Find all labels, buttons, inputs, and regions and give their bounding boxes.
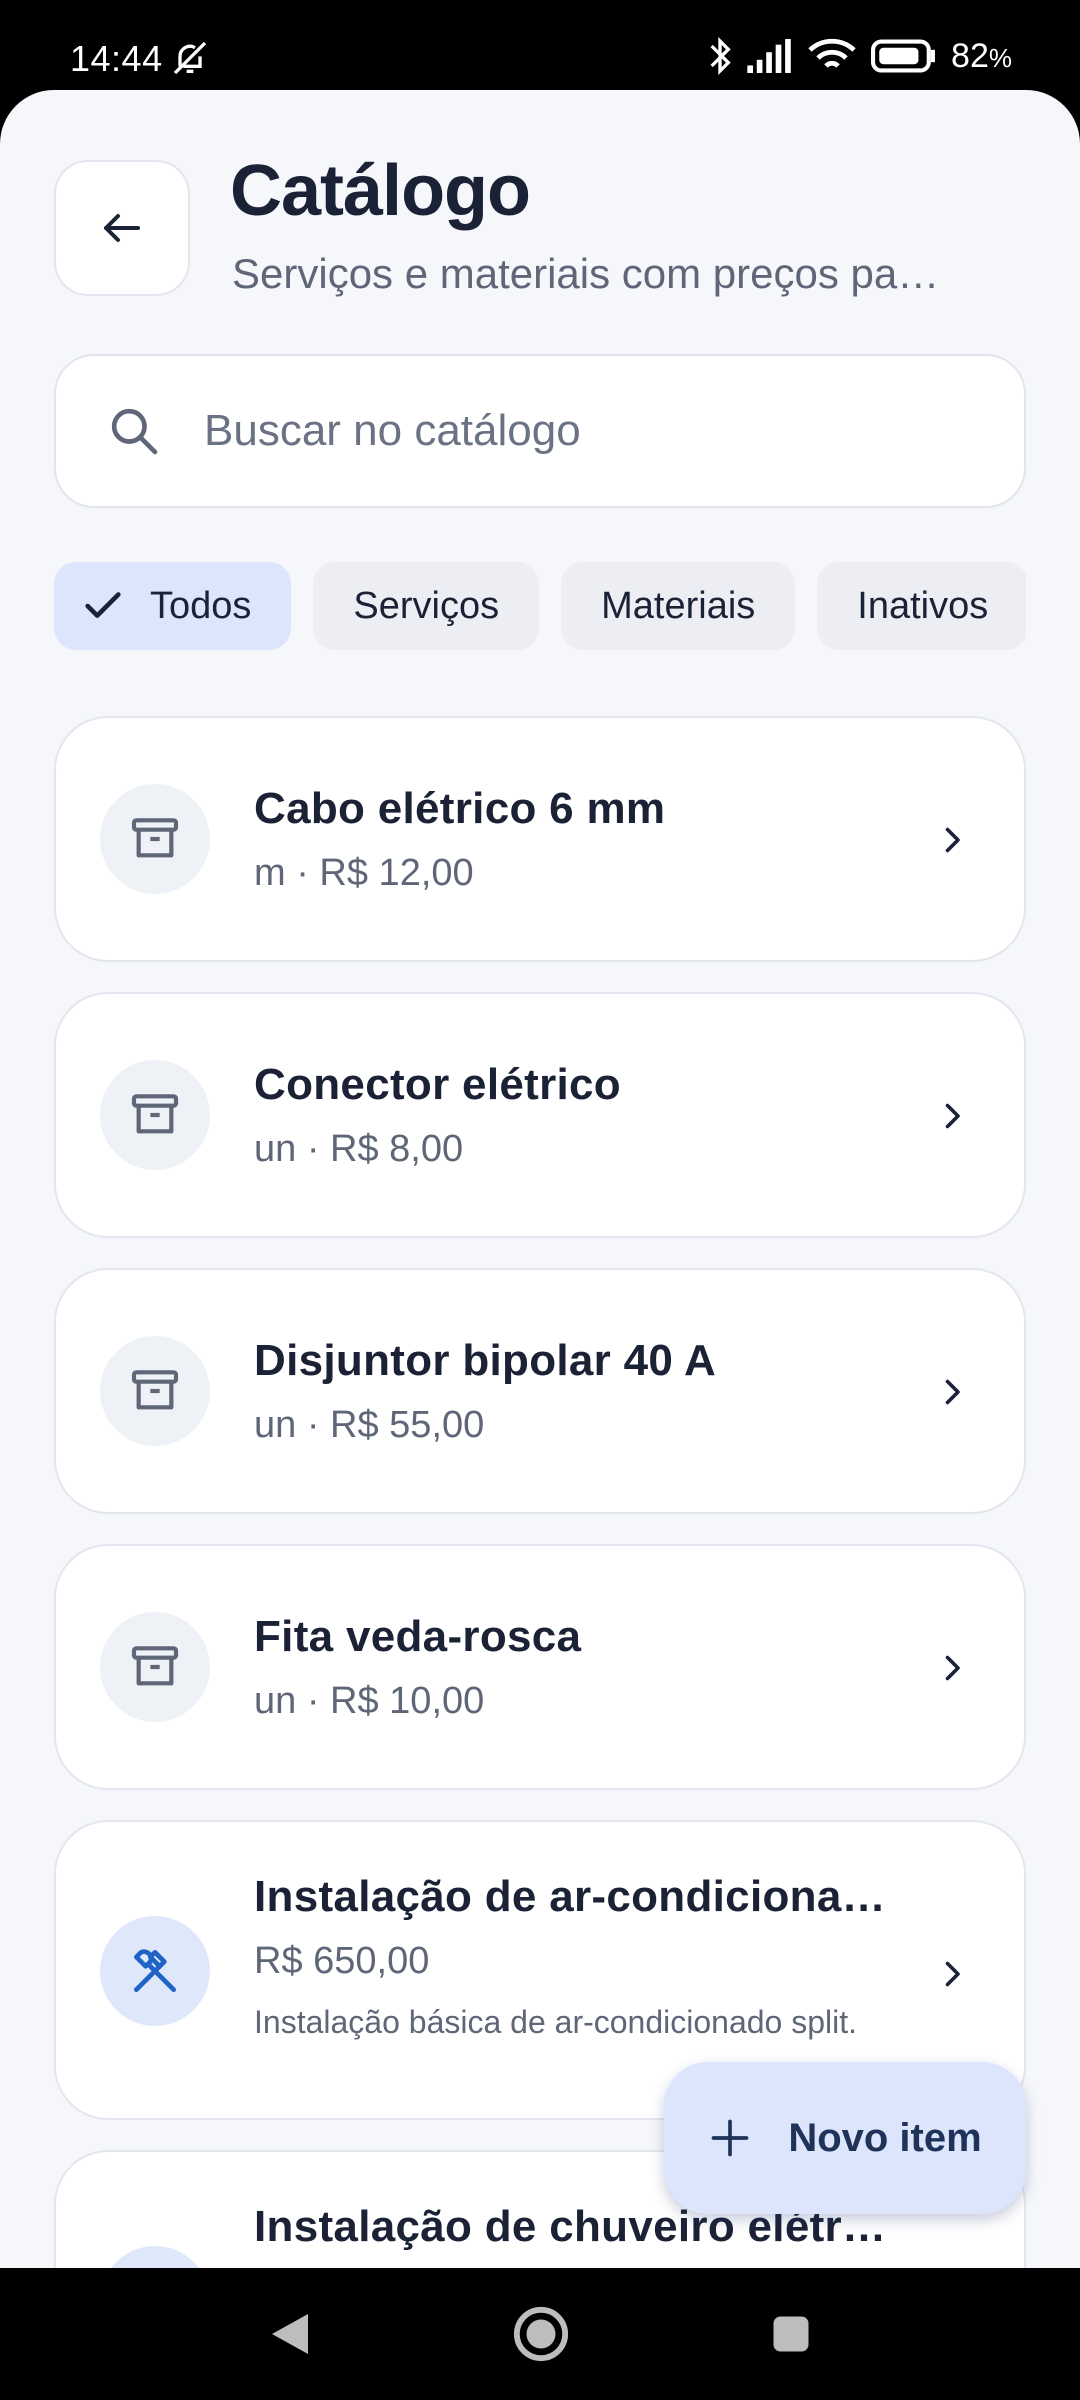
item-avatar (100, 1612, 210, 1722)
filter-chip-label: Serviços (353, 584, 500, 627)
list-item[interactable]: Disjuntor bipolar 40 A un · R$ 55,00 (54, 1268, 1026, 1514)
nav-recents-icon[interactable] (770, 2313, 812, 2355)
filter-chip-materiais[interactable]: Materiais (561, 562, 796, 650)
new-item-label: Novo item (788, 2115, 982, 2160)
tools-icon (134, 1949, 177, 1992)
battery-unit: % (988, 42, 1012, 73)
item-name: Instalação de ar-condicionado split (254, 1872, 894, 1921)
page-subtitle: Serviços e materiais com preços pa… (232, 250, 940, 297)
chevron-right-icon (945, 1103, 960, 1129)
battery-icon (871, 39, 935, 73)
archive-icon (131, 818, 179, 858)
filter-chip-label: Materiais (601, 584, 756, 627)
filter-chip-label: Todos (150, 584, 252, 627)
page-title: Catálogo (230, 151, 531, 231)
battery-level: 82 (951, 36, 989, 75)
chevron-right-icon (945, 1961, 960, 1987)
search-bar[interactable] (54, 354, 1026, 508)
item-avatar (100, 1916, 210, 2026)
archive-icon (131, 1646, 179, 1686)
filter-chip-label: Inativos (857, 584, 989, 627)
item-name: Fita veda-rosca (254, 1612, 582, 1661)
bluetooth-icon (710, 36, 731, 76)
bell-off-icon (173, 41, 207, 75)
list-item[interactable]: Fita veda-rosca un · R$ 10,00 (54, 1544, 1026, 1790)
new-item-button[interactable]: Novo item (664, 2062, 1026, 2214)
check-icon (85, 592, 121, 618)
signal-icon (747, 39, 791, 73)
item-meta: un · R$ 8,00 (254, 1128, 464, 1170)
chevron-right-icon (945, 1655, 960, 1681)
filter-chip-todos[interactable]: Todos (54, 562, 292, 650)
chevron-right-icon (945, 1379, 960, 1405)
status-time: 14:44 (70, 38, 163, 79)
item-name: Conector elétrico (254, 1060, 621, 1109)
status-bar: 14:44 82% (0, 0, 1080, 92)
item-avatar (100, 1060, 210, 1170)
item-name: Cabo elétrico 6 mm (254, 784, 666, 833)
system-nav-bar (0, 2268, 1080, 2400)
item-name: Disjuntor bipolar 40 A (254, 1336, 717, 1385)
status-icons: 82% (707, 36, 1012, 76)
item-avatar (100, 1336, 210, 1446)
back-button[interactable] (54, 160, 190, 296)
search-input[interactable] (204, 406, 964, 456)
arrow-left-icon (104, 214, 140, 242)
search-icon (111, 408, 158, 455)
plus-icon (711, 2119, 749, 2157)
item-meta: R$ 650,00 (254, 1940, 430, 1982)
archive-icon (131, 1094, 179, 1134)
nav-back-icon[interactable] (268, 2310, 312, 2358)
item-avatar (100, 784, 210, 894)
list-item[interactable]: Conector elétrico un · R$ 8,00 (54, 992, 1026, 1238)
wifi-icon (808, 38, 856, 68)
filter-chips: Todos Serviços Materiais Inativos (54, 562, 1026, 652)
archive-icon (131, 1370, 179, 1410)
nav-home-icon[interactable] (512, 2305, 570, 2363)
list-item[interactable]: Cabo elétrico 6 mm m · R$ 12,00 (54, 716, 1026, 962)
item-avatar (100, 2246, 210, 2268)
filter-chip-inativos[interactable]: Inativos (817, 562, 1026, 650)
item-meta: un · R$ 10,00 (254, 1680, 485, 1722)
catalog-screen: Catálogo Serviços e materiais com preços… (0, 90, 1080, 2268)
item-description: Instalação básica de ar-condicionado spl… (254, 2004, 858, 2040)
item-meta: un · R$ 55,00 (254, 1404, 485, 1446)
filter-chip-servicos[interactable]: Serviços (313, 562, 540, 650)
item-meta: m · R$ 12,00 (254, 852, 474, 894)
chevron-right-icon (945, 827, 960, 853)
